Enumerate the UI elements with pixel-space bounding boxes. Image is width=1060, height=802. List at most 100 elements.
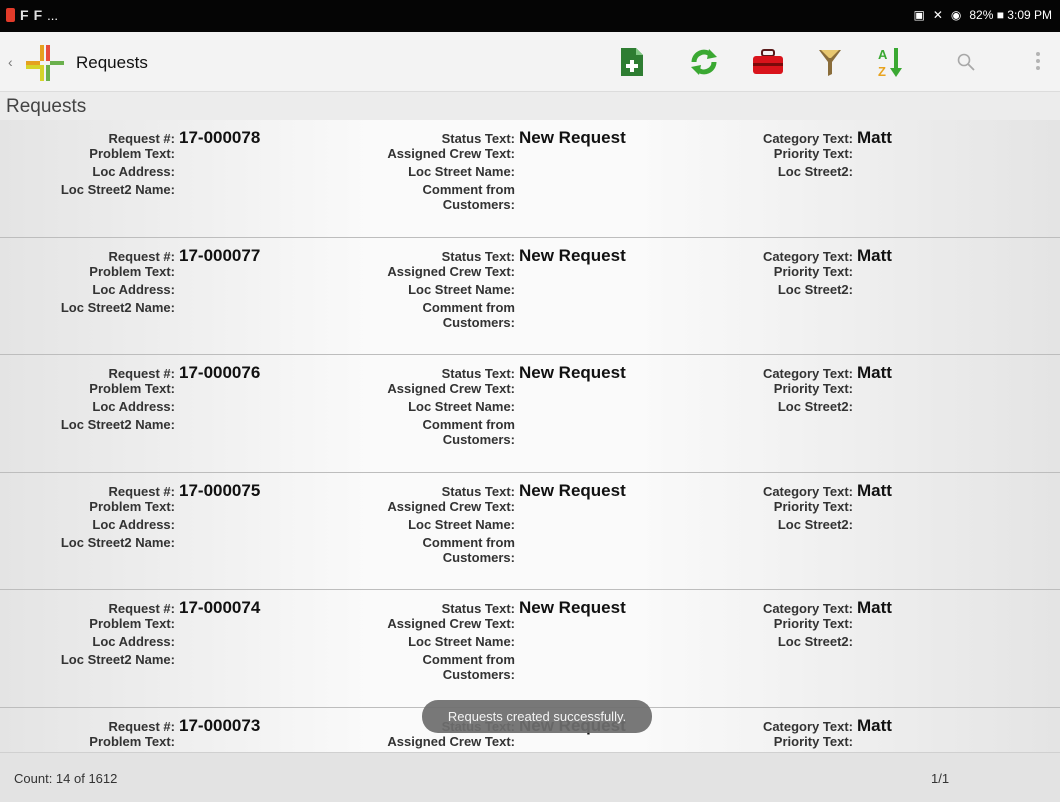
request-record[interactable]: Request #: 17-000077 Problem Text: Loc Ad… xyxy=(0,237,1060,355)
loc-address-label: Loc Address: xyxy=(92,399,175,414)
record-count: Count: 14 of 1612 xyxy=(14,771,118,786)
mute-icon: ✕ xyxy=(932,8,943,22)
problem-text-label: Problem Text: xyxy=(89,146,175,161)
priority-text-label: Priority Text: xyxy=(773,733,853,749)
assigned-crew-label: Assigned Crew Text: xyxy=(387,146,515,161)
filter-button[interactable] xyxy=(812,44,848,80)
filter-icon xyxy=(819,50,841,76)
record-col-3: Category Text:Matt Priority Text: Loc St… xyxy=(700,246,892,300)
assigned-crew-label: Assigned Crew Text: xyxy=(387,263,515,279)
record-col-1: Request #: 17-000076 Problem Text: Loc Ad… xyxy=(0,363,260,435)
request-number-label: Request #: xyxy=(108,366,175,381)
loc-address-label: Loc Address: xyxy=(92,164,175,179)
loc-street-name-label: Loc Street Name: xyxy=(408,281,515,297)
status-text-label: Status Text: xyxy=(441,131,515,146)
svg-text:Z: Z xyxy=(878,64,886,79)
request-number-value: 17-000078 xyxy=(179,128,261,147)
request-number-label: Request #: xyxy=(108,483,175,499)
status-text-value: New Request xyxy=(519,598,626,617)
system-status-bar: F F ... ▣ ✕ ◉ 82% ■ 3:09 PM xyxy=(0,0,1060,32)
loc-street2-label: Loc Street2: xyxy=(777,634,853,649)
loc-address-label: Loc Address: xyxy=(92,516,175,532)
request-record[interactable]: Request #: 17-000078 Problem Text: Loc Ad… xyxy=(0,120,1060,238)
loc-street-name-label: Loc Street Name: xyxy=(408,516,515,532)
priority-text-label: Priority Text: xyxy=(773,381,853,396)
app-title: Requests xyxy=(76,53,148,72)
priority-text-label: Priority Text: xyxy=(773,616,853,631)
record-col-2: Status Text: New Request Assigned Crew Te… xyxy=(290,598,626,684)
status-text-label: Status Text: xyxy=(441,483,515,499)
assigned-crew-label: Assigned Crew Text: xyxy=(387,616,515,631)
back-arrow-icon[interactable]: ‹ xyxy=(8,54,13,70)
request-number-value: 17-000074 xyxy=(179,598,261,617)
loc-street2-label: Loc Street2: xyxy=(777,281,853,297)
category-text-label: Category Text: xyxy=(762,248,853,264)
record-col-3: Category Text:Matt Priority Text: Loc St… xyxy=(700,481,892,535)
request-record[interactable]: Request #: 17-000074 Problem Text: Loc Ad… xyxy=(0,590,1060,708)
sort-button[interactable]: A Z xyxy=(872,44,908,80)
request-number-value: 17-000075 xyxy=(179,480,261,500)
loc-street2-name-label: Loc Street2 Name: xyxy=(60,182,175,197)
assigned-crew-label: Assigned Crew Text: xyxy=(387,733,515,749)
status-text-label: Status Text: xyxy=(441,601,515,616)
comment-label: Comment from Customers: xyxy=(422,299,515,330)
toolbox-button[interactable] xyxy=(750,44,786,80)
search-button[interactable] xyxy=(948,44,984,80)
problem-text-label: Problem Text: xyxy=(89,733,175,749)
bottom-bar: Count: 14 of 1612 1/1 xyxy=(0,752,1060,802)
app-bar: ‹ Requests A Z xyxy=(0,32,1060,92)
problem-text-label: Problem Text: xyxy=(89,381,175,396)
new-request-button[interactable] xyxy=(614,44,650,80)
request-number-value: 17-000077 xyxy=(179,245,261,265)
status-text-value: New Request xyxy=(519,128,626,147)
category-text-value: Matt xyxy=(857,363,892,382)
record-col-2: Status Text: New Request Assigned Crew Te… xyxy=(290,128,626,214)
overflow-menu-icon[interactable] xyxy=(1036,52,1040,73)
svg-text:A: A xyxy=(878,47,888,62)
request-number-label: Request #: xyxy=(108,718,175,734)
category-text-label: Category Text: xyxy=(762,366,853,381)
app-logo[interactable] xyxy=(18,37,70,89)
loc-street2-name-label: Loc Street2 Name: xyxy=(60,417,175,432)
record-col-1: Request #: 17-000077 Problem Text: Loc Ad… xyxy=(0,246,260,318)
record-col-1: Request #:17-000073 Problem Text: Loc Ad… xyxy=(0,716,260,753)
status-text-value: New Request xyxy=(519,480,626,500)
request-record[interactable]: Request #: 17-000076 Problem Text: Loc Ad… xyxy=(0,355,1060,473)
loc-street2-name-label: Loc Street2 Name: xyxy=(60,299,175,315)
request-record[interactable]: Request #: 17-000075 Problem Text: Loc Ad… xyxy=(0,472,1060,590)
category-text-label: Category Text: xyxy=(762,601,853,616)
record-col-3: Category Text:Matt Priority Text: Loc St… xyxy=(700,716,892,753)
category-text-label: Category Text: xyxy=(762,718,853,734)
loc-street2-name-label: Loc Street2 Name: xyxy=(60,652,175,667)
record-col-1: Request #: 17-000078 Problem Text: Loc Ad… xyxy=(0,128,260,200)
loc-street-name-label: Loc Street Name: xyxy=(408,634,515,649)
request-number-label: Request #: xyxy=(108,131,175,146)
status-text-value: New Request xyxy=(519,363,626,382)
record-col-2: Status Text:New Request Assigned Crew Te… xyxy=(290,480,626,567)
refresh-icon xyxy=(691,49,717,75)
notification-f-icon: F xyxy=(20,7,29,23)
loc-street2-label: Loc Street2: xyxy=(777,399,853,414)
comment-label: Comment from Customers: xyxy=(422,534,515,565)
requests-list[interactable]: Request #: 17-000078 Problem Text: Loc Ad… xyxy=(0,120,1060,752)
problem-text-label: Problem Text: xyxy=(89,616,175,631)
record-col-2: Status Text:New Request Assigned Crew Te… xyxy=(290,363,626,449)
category-text-label: Category Text: xyxy=(762,131,853,146)
comment-label: Comment from Customers: xyxy=(422,417,515,447)
record-col-1: Request #: 17-000074 Problem Text: Loc Ad… xyxy=(0,598,260,670)
toast-message: Requests created successfully. xyxy=(422,700,652,733)
battery-time: 82% ■ 3:09 PM xyxy=(969,8,1052,22)
record-col-3: Category Text:Matt Priority Text: Loc St… xyxy=(700,128,892,182)
record-col-1: Request #: 17-000075 Problem Text: Loc Ad… xyxy=(0,481,260,553)
notification-f-icon: F xyxy=(33,7,43,23)
problem-text-label: Problem Text: xyxy=(89,263,175,279)
refresh-button[interactable] xyxy=(686,44,722,80)
search-icon xyxy=(957,53,975,71)
loc-street2-label: Loc Street2: xyxy=(777,516,853,532)
comment-label: Comment from Customers: xyxy=(422,652,515,682)
category-text-value: Matt xyxy=(857,480,892,500)
priority-text-label: Priority Text: xyxy=(773,146,853,161)
assigned-crew-label: Assigned Crew Text: xyxy=(387,498,515,514)
toolbox-icon xyxy=(753,49,783,74)
record-col-3: Category Text: Matt Priority Text: Loc St… xyxy=(700,363,892,417)
